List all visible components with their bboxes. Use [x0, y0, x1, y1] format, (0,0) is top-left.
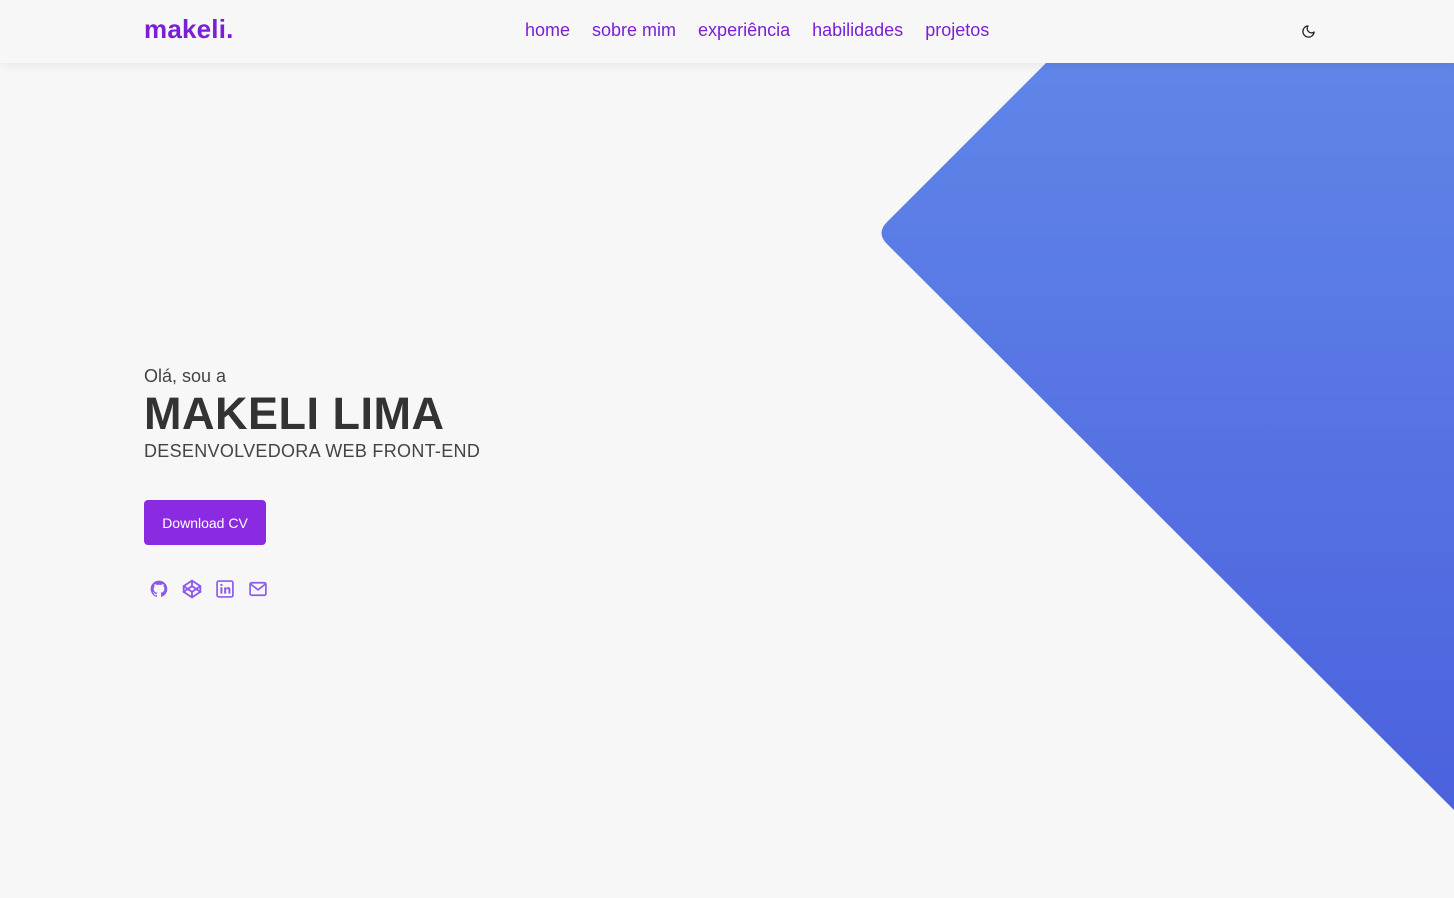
nav-link-experiencia[interactable]: experiência: [698, 20, 790, 41]
download-cv-button[interactable]: Download CV: [144, 500, 266, 545]
github-icon: [150, 580, 168, 597]
codepen-link[interactable]: [182, 579, 202, 599]
email-link[interactable]: [248, 579, 268, 599]
nav-link-home[interactable]: home: [525, 20, 570, 41]
hero-greeting: Olá, sou a: [144, 366, 227, 386]
linkedin-icon: [216, 580, 234, 598]
mail-icon: [249, 581, 267, 597]
linkedin-link[interactable]: [215, 579, 235, 599]
site-logo[interactable]: makeli.: [144, 14, 234, 45]
main-nav: home sobre mim experiência habilidades p…: [525, 20, 989, 41]
page: makeli. home sobre mim experiência habil…: [0, 0, 1454, 898]
nav-link-sobre-mim[interactable]: sobre mim: [592, 20, 676, 41]
hero-role: DESENVOLVEDORA WEB FRONT-END: [144, 440, 481, 461]
hero-section: Olá, sou a MAKELI LIMA DESENVOLVEDORA WE…: [144, 366, 480, 462]
hero-name: MAKELI LIMA: [144, 388, 445, 439]
top-navbar: makeli. home sobre mim experiência habil…: [0, 0, 1454, 63]
github-link[interactable]: [149, 579, 169, 599]
moon-icon: [1301, 24, 1315, 38]
codepen-icon: [182, 579, 202, 599]
nav-link-habilidades[interactable]: habilidades: [812, 20, 903, 41]
social-links: [149, 579, 268, 599]
theme-toggle-button[interactable]: [1298, 21, 1318, 41]
nav-link-projetos[interactable]: projetos: [925, 20, 989, 41]
